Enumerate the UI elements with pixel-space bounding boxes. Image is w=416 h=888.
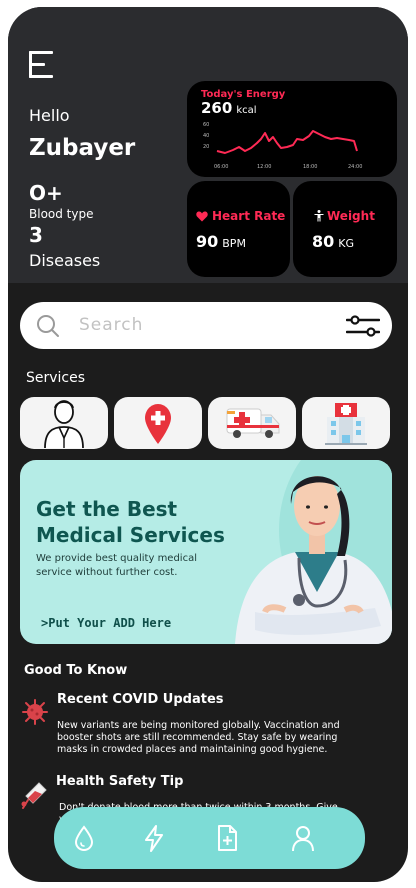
doctor-icon [44, 400, 84, 448]
diseases-label: Diseases [29, 251, 101, 270]
good-to-know-title: Good To Know [24, 663, 128, 678]
energy-line [216, 130, 358, 154]
banner-heading: Get the Best Medical Services [36, 497, 225, 547]
service-ambulance[interactable] [208, 397, 296, 449]
item-title: Health Safety Tip [56, 774, 184, 789]
doctor-illustration [235, 460, 392, 644]
heart-icon [196, 211, 208, 222]
promo-banner[interactable]: Get the Best Medical Services We provide… [20, 460, 392, 644]
y-tick: 60 [203, 122, 209, 128]
bolt-icon[interactable] [140, 824, 168, 852]
energy-card[interactable]: Today's Energy 260 kcal 60 40 20 06:00 12… [187, 81, 397, 177]
blood-type-label: Blood type [29, 207, 94, 221]
item-body: New variants are being monitored globall… [57, 720, 340, 755]
search-bar[interactable]: Search [20, 302, 392, 349]
x-tick: 24:00 [348, 164, 362, 170]
banner-ad-placeholder[interactable]: >Put Your ADD Here [41, 616, 171, 630]
virus-icon [22, 699, 48, 725]
hospital-icon [325, 403, 367, 445]
filter-icon[interactable] [346, 313, 380, 339]
blood-group-value: O+ [29, 181, 63, 205]
blood-bag-icon [21, 782, 47, 809]
x-tick: 12:00 [257, 164, 271, 170]
x-tick: 18:00 [303, 164, 317, 170]
heart-rate-title: Heart Rate [212, 209, 286, 223]
person-icon [314, 210, 324, 222]
user-name: Zubayer [29, 135, 136, 161]
bottom-nav [54, 807, 365, 869]
header-section: Hello Zubayer O+ Blood type 3 Diseases T… [8, 7, 408, 283]
heart-rate-card[interactable]: Heart Rate 90 BPM [187, 181, 290, 277]
search-icon [37, 315, 59, 337]
user-icon[interactable] [289, 824, 317, 852]
diseases-count: 3 [29, 223, 43, 247]
service-hospital[interactable] [302, 397, 390, 449]
menu-icon[interactable] [29, 51, 53, 79]
banner-description: We provide best quality medical service … [36, 553, 197, 578]
item-title: Recent COVID Updates [57, 692, 224, 707]
greeting-text: Hello [29, 106, 70, 125]
service-location[interactable] [114, 397, 202, 449]
services-title: Services [26, 370, 86, 386]
phone-screen: Hello Zubayer O+ Blood type 3 Diseases T… [8, 7, 408, 882]
location-pin-icon [145, 404, 171, 444]
weight-value: 80 KG [312, 232, 355, 251]
ambulance-icon [226, 408, 280, 438]
heart-rate-value: 90 BPM [196, 232, 246, 251]
y-tick: 40 [203, 133, 209, 139]
energy-chart: 60 40 20 06:00 12:00 18:00 24:00 [203, 122, 362, 170]
search-input[interactable]: Search [79, 315, 143, 335]
file-plus-icon[interactable] [213, 824, 241, 852]
service-doctor[interactable] [20, 397, 108, 449]
x-tick: 06:00 [214, 164, 228, 170]
weight-card[interactable]: Weight 80 KG [293, 181, 397, 277]
y-tick: 20 [203, 144, 209, 150]
weight-title: Weight [327, 209, 375, 223]
drop-icon[interactable] [70, 824, 98, 852]
